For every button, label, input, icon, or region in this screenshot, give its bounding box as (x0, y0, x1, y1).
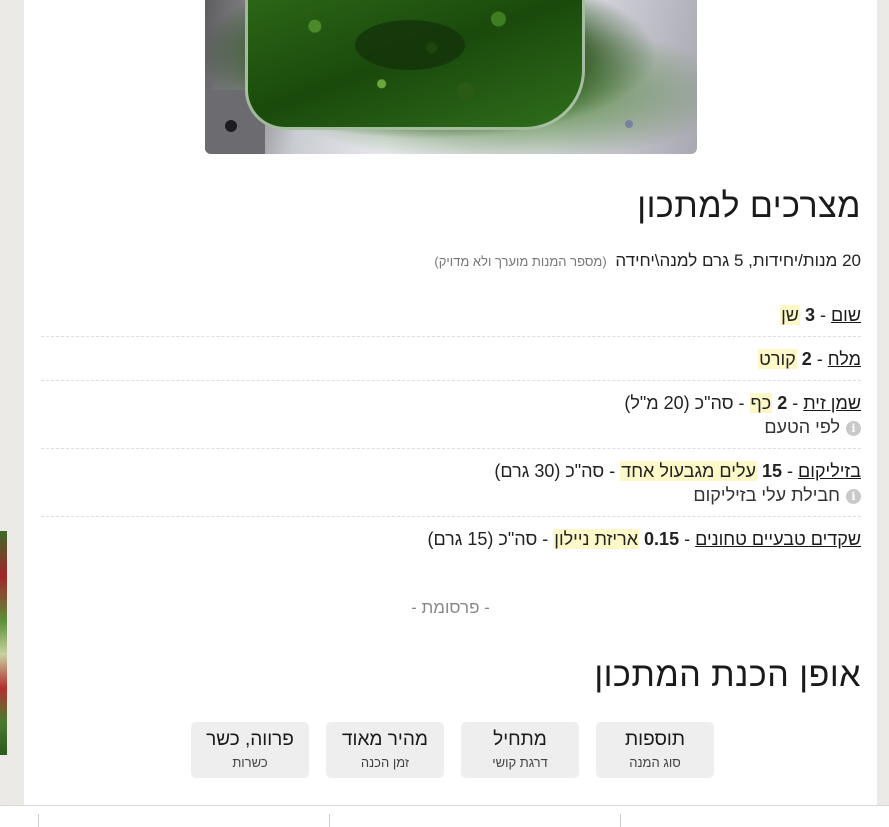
recipe-page: מצרכים למתכון 20 מנות/יחידות, 5 גרם למנה… (24, 0, 877, 805)
ingredient-note: i לפי הטעם (41, 415, 861, 439)
ingredient-name-link[interactable]: מלח (828, 349, 861, 369)
ingredient-name-link[interactable]: שום (831, 305, 861, 325)
ingredient-name-link[interactable]: שקדים טבעיים טחונים (695, 529, 861, 549)
servings-note: (מספר המנות מוערך ולא מדויק) (434, 254, 607, 269)
side-recipe-thumbnail[interactable] (0, 531, 7, 755)
ingredient-note: i חבילת עלי בזיליקום (41, 483, 861, 507)
info-icon[interactable]: i (846, 421, 861, 436)
ingredient-qty: 2 (801, 349, 812, 369)
ingredient-unit: קורט (758, 349, 797, 369)
ingredient-item: שמן זית - 2 כף - סה"כ (20 מ"ל) iלפי הטעם (41, 381, 861, 449)
tag-value: תוספות (625, 729, 685, 750)
ingredient-total: סה"כ (15 גרם) (427, 529, 538, 549)
ingredient-item: שקדים טבעיים טחונים - 0.15 אריזת ניילון … (427, 529, 861, 549)
ingredient-qty: 0.15 (644, 529, 680, 549)
servings-text: 20 מנות/יחידות, 5 גרם למנה\יחידה (615, 251, 861, 270)
preparation-title: אופן הכנת המתכון (594, 656, 861, 694)
ingredient-item: בזיליקום - 15 עלים מגבעול אחד - סה"כ (30… (41, 449, 861, 517)
toolbar-divider (620, 814, 621, 827)
ingredient-note-text: לפי הטעם (764, 417, 840, 437)
tag-prep-time[interactable]: מהיר מאוד זמן הכנה (326, 722, 444, 778)
ingredients-title: מצרכים למתכון (637, 187, 861, 225)
servings-info: 20 מנות/יחידות, 5 גרם למנה\יחידה (מספר ה… (434, 251, 861, 271)
tag-value: מהיר מאוד (342, 729, 428, 750)
advertisement-label: - פרסומת - (411, 598, 490, 617)
ingredient-name-link[interactable]: בזיליקום (798, 461, 861, 481)
recipe-tags: תוספות סוג המנה מתחיל דרגת קושי מהיר מאו… (191, 722, 714, 778)
ingredient-unit: כף (749, 393, 773, 413)
tag-label: כשרות (232, 755, 268, 770)
ingredient-qty: 2 (777, 393, 788, 413)
bottom-toolbar (0, 805, 889, 827)
ingredient-item: שום - 3 שן (41, 293, 861, 337)
tag-value: פרווה, כשר (206, 729, 294, 750)
info-icon[interactable]: i (846, 489, 861, 504)
ingredient-name-link[interactable]: שמן זית (803, 393, 861, 413)
ingredient-total: סה"כ (30 גרם) (494, 461, 605, 481)
ingredient-unit: עלים מגבעול אחד (620, 461, 757, 481)
ingredient-unit: שן (780, 305, 800, 325)
ingredient-total: סה"כ (20 מ"ל) (624, 393, 734, 413)
tag-dish-type[interactable]: תוספות סוג המנה (596, 722, 714, 778)
recipe-hero-image (205, 0, 697, 154)
tag-label: זמן הכנה (360, 755, 410, 770)
toolbar-divider (329, 814, 330, 827)
tag-label: סוג המנה (629, 755, 681, 770)
ingredient-note-text: חבילת עלי בזיליקום (693, 485, 840, 505)
tag-label: דרגת קושי (492, 755, 548, 770)
ingredient-qty: 15 (761, 461, 783, 481)
ingredient-item: מלח - 2 קורט (41, 337, 861, 381)
ingredient-unit: אריזת ניילון (553, 529, 640, 549)
toolbar-divider (38, 814, 39, 827)
tag-kosher[interactable]: פרווה, כשר כשרות (191, 722, 309, 778)
tag-value: מתחיל (493, 729, 547, 750)
ingredient-qty: 3 (804, 305, 815, 325)
tag-difficulty[interactable]: מתחיל דרגת קושי (461, 722, 579, 778)
ingredients-list: שום - 3 שן מלח - 2 קורט שמן זית - 2 כף -… (41, 293, 861, 560)
